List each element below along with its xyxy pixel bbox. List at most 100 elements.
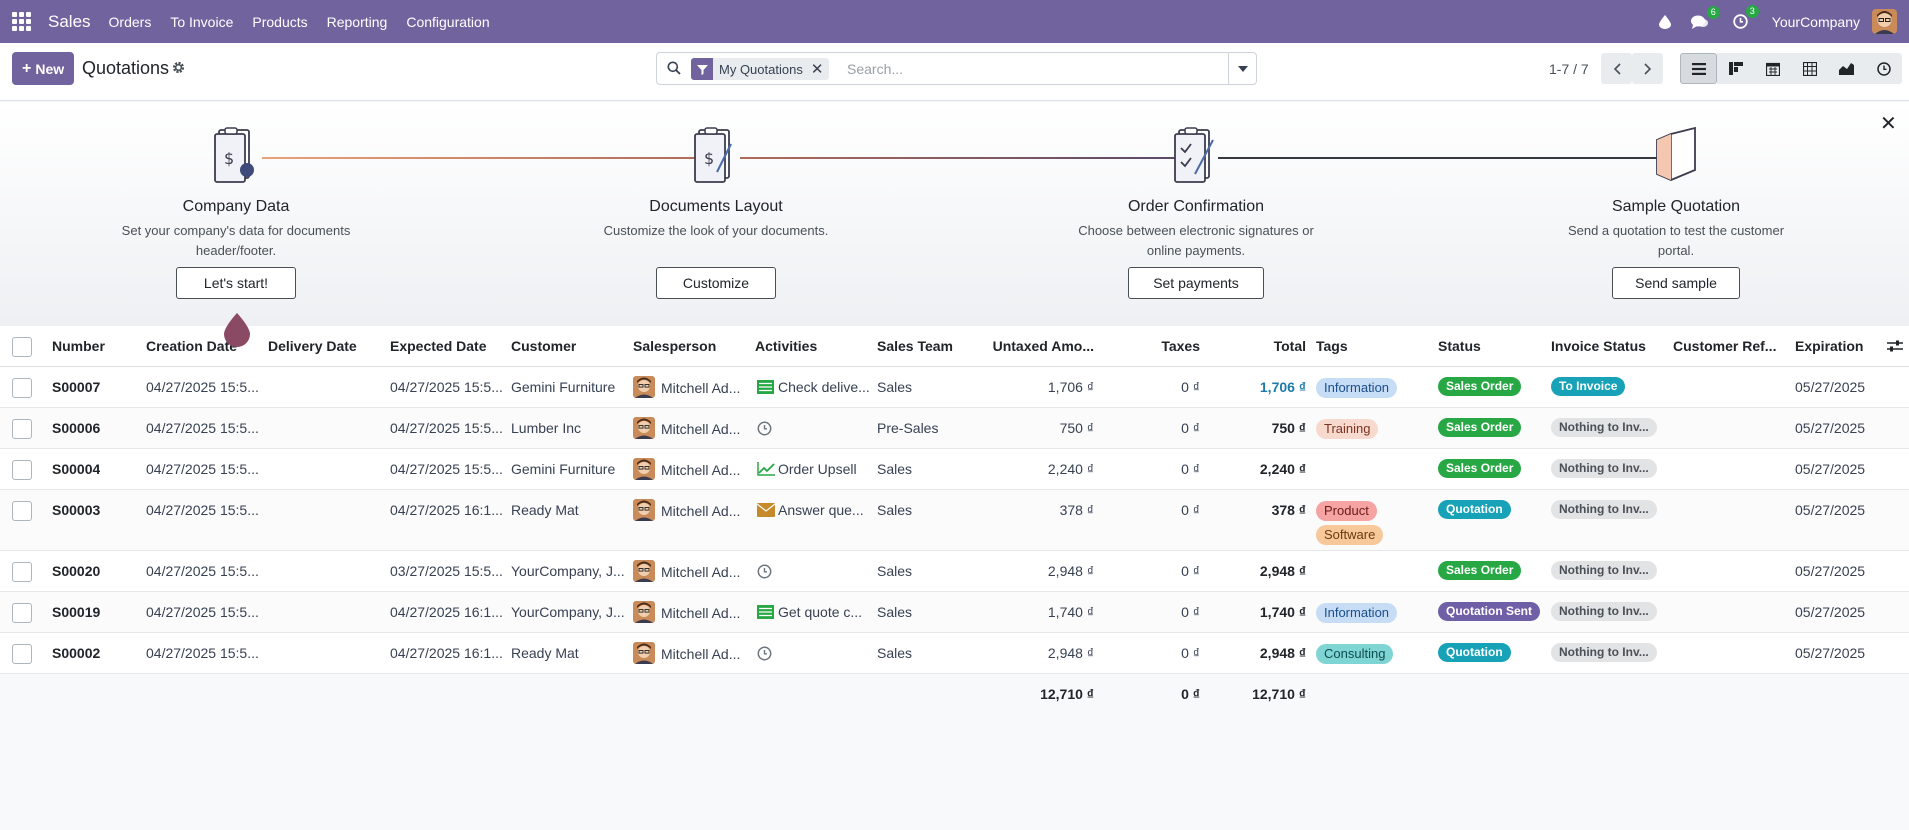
- search-options-toggle[interactable]: [1228, 53, 1256, 84]
- column-invoice-status[interactable]: Invoice Status: [1551, 338, 1646, 354]
- search-icon[interactable]: [667, 61, 681, 78]
- column-status[interactable]: Status: [1438, 338, 1481, 354]
- clock-icon[interactable]: [757, 564, 772, 582]
- step-description: Customize the look of your documents.: [603, 223, 829, 238]
- view-list-button[interactable]: [1680, 53, 1717, 84]
- column-expected-date[interactable]: Expected Date: [390, 338, 486, 354]
- salesperson-avatar[interactable]: [633, 458, 655, 480]
- menu-orders[interactable]: Orders: [109, 14, 152, 30]
- table-row[interactable]: S00007 04/27/2025 15:5... 04/27/2025 15:…: [0, 367, 1909, 408]
- send-sample-button[interactable]: Send sample: [1612, 267, 1740, 299]
- messages-icon[interactable]: 6: [1690, 5, 1720, 29]
- activity-summary[interactable]: Order Upsell: [778, 461, 870, 477]
- menu-reporting[interactable]: Reporting: [327, 14, 388, 30]
- menu-to-invoice[interactable]: To Invoice: [170, 14, 233, 30]
- debug-drop-icon[interactable]: [1658, 14, 1671, 29]
- table-row[interactable]: S00020 04/27/2025 15:5... 03/27/2025 15:…: [0, 551, 1909, 592]
- column-taxes[interactable]: Taxes: [1100, 338, 1200, 354]
- activity-summary[interactable]: Get quote c...: [778, 604, 870, 620]
- view-calendar-button[interactable]: [1754, 53, 1791, 84]
- row-checkbox[interactable]: [12, 419, 32, 439]
- envelope-icon[interactable]: [756, 503, 776, 520]
- order-number: S00006: [52, 420, 101, 436]
- view-kanban-button[interactable]: [1717, 53, 1754, 84]
- salesperson-avatar[interactable]: [633, 376, 655, 398]
- table-row[interactable]: S00006 04/27/2025 15:5... 04/27/2025 15:…: [0, 408, 1909, 449]
- step-description: Set your company's data for documents he…: [121, 223, 351, 258]
- order-number: S00019: [52, 604, 101, 620]
- gear-icon[interactable]: [172, 61, 185, 77]
- activities-clock-icon[interactable]: 3: [1733, 5, 1759, 29]
- column-untaxed-amount[interactable]: Untaxed Amo...: [980, 338, 1094, 354]
- apps-menu-icon[interactable]: [2, 0, 40, 43]
- chart-icon[interactable]: [757, 462, 775, 479]
- column-tags[interactable]: Tags: [1316, 338, 1348, 354]
- column-customer[interactable]: Customer: [511, 338, 576, 354]
- menu-configuration[interactable]: Configuration: [406, 14, 489, 30]
- onboarding-panel: $ Company Data Set your company's data f…: [0, 102, 1909, 326]
- table-row[interactable]: S00003 04/27/2025 15:5... 04/27/2025 16:…: [0, 490, 1909, 551]
- salesperson-avatar[interactable]: [633, 601, 655, 623]
- new-button[interactable]: + New: [12, 52, 75, 85]
- search-facet[interactable]: My Quotations ✕: [691, 58, 830, 80]
- column-activities[interactable]: Activities: [755, 338, 817, 354]
- row-checkbox[interactable]: [12, 603, 32, 623]
- customize-button[interactable]: Customize: [656, 267, 776, 299]
- set-payments-button[interactable]: Set payments: [1128, 267, 1264, 299]
- row-checkbox[interactable]: [12, 460, 32, 480]
- app-brand[interactable]: Sales: [48, 12, 91, 32]
- untaxed-amount: 2,948 ₫: [1047, 645, 1094, 661]
- user-avatar[interactable]: [1872, 9, 1897, 34]
- salesperson: Mitchell Ad...: [661, 462, 741, 478]
- clock-icon[interactable]: [757, 646, 772, 664]
- table-row[interactable]: S00002 04/27/2025 15:5... 04/27/2025 16:…: [0, 633, 1909, 674]
- column-delivery-date[interactable]: Delivery Date: [268, 338, 357, 354]
- pager-next-button[interactable]: [1632, 53, 1663, 84]
- column-total[interactable]: Total: [1206, 338, 1306, 354]
- list-icon[interactable]: [757, 605, 774, 622]
- salesperson-avatar[interactable]: [633, 560, 655, 582]
- expiration-date: 05/27/2025: [1795, 645, 1866, 661]
- row-checkbox[interactable]: [12, 644, 32, 664]
- untaxed-amount: 378 ₫: [1059, 502, 1094, 518]
- clock-icon[interactable]: [757, 421, 772, 439]
- column-expiration[interactable]: Expiration: [1795, 338, 1863, 354]
- sales-team: Sales: [877, 461, 913, 477]
- invoice-status-badge: To Invoice: [1551, 377, 1626, 396]
- salesperson: Mitchell Ad...: [661, 564, 741, 580]
- column-salesperson[interactable]: Salesperson: [633, 338, 716, 354]
- select-all-checkbox[interactable]: [12, 337, 32, 357]
- row-checkbox[interactable]: [12, 562, 32, 582]
- search-input[interactable]: [847, 59, 1217, 79]
- menu-products[interactable]: Products: [252, 14, 307, 30]
- row-checkbox[interactable]: [12, 501, 32, 521]
- activity-summary[interactable]: Check delive...: [778, 379, 870, 395]
- list-icon[interactable]: [757, 380, 774, 397]
- view-graph-button[interactable]: [1828, 53, 1865, 84]
- salesperson-avatar[interactable]: [633, 642, 655, 664]
- table-row[interactable]: S00004 04/27/2025 15:5... 04/27/2025 15:…: [0, 449, 1909, 490]
- quotations-table: Number Creation Date Delivery Date Expec…: [0, 326, 1909, 714]
- view-pivot-button[interactable]: [1791, 53, 1828, 84]
- salesperson: Mitchell Ad...: [661, 421, 741, 437]
- activity-summary[interactable]: Answer que...: [778, 502, 870, 518]
- view-activity-button[interactable]: [1865, 53, 1902, 84]
- column-sales-team[interactable]: Sales Team: [877, 338, 953, 354]
- company-switcher[interactable]: YourCompany: [1772, 14, 1860, 30]
- messages-badge: 6: [1706, 5, 1720, 19]
- taxes: 0 ₫: [1181, 420, 1200, 436]
- column-customer-ref[interactable]: Customer Ref...: [1673, 338, 1791, 354]
- close-onboarding-icon[interactable]: ✕: [1880, 111, 1897, 136]
- lets-start-button[interactable]: Let's start!: [176, 267, 296, 299]
- salesperson-avatar[interactable]: [633, 499, 655, 521]
- status-badge: Quotation: [1438, 500, 1511, 519]
- optional-columns-icon[interactable]: [1887, 339, 1903, 356]
- pager-previous-button[interactable]: [1601, 53, 1632, 84]
- customer: Lumber Inc: [511, 420, 582, 436]
- table-row[interactable]: S00019 04/27/2025 15:5... 04/27/2025 16:…: [0, 592, 1909, 633]
- salesperson-avatar[interactable]: [633, 417, 655, 439]
- row-checkbox[interactable]: [12, 378, 32, 398]
- facet-close-icon[interactable]: ✕: [811, 60, 824, 78]
- pager-value[interactable]: 1-7 / 7: [1549, 61, 1589, 77]
- column-number[interactable]: Number: [52, 338, 105, 354]
